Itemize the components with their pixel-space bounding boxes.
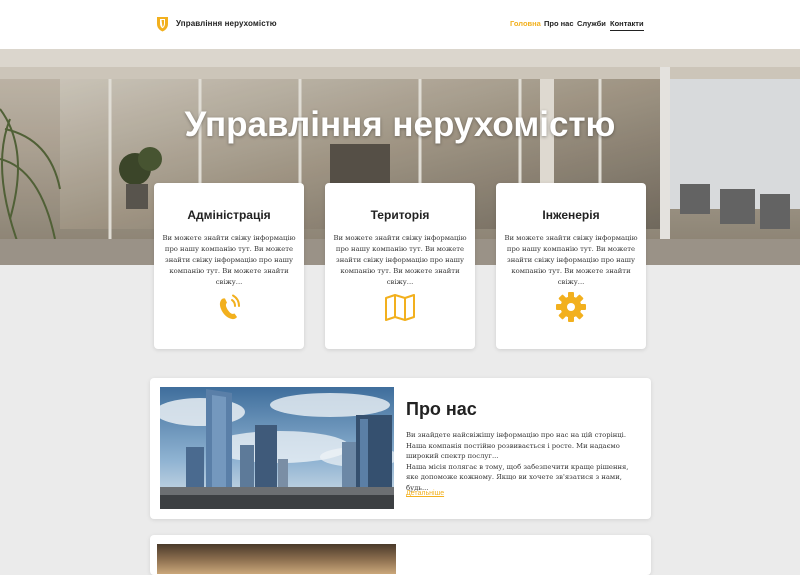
about-section: Про нас Ви знайдете найсвіжішу інформаці… — [150, 378, 651, 519]
phone-icon — [219, 294, 240, 320]
feature-card-title: Інженерія — [542, 208, 600, 222]
about-city-photo — [160, 387, 394, 509]
feature-card-text: Ви можете знайти свіжу інформацію про на… — [504, 234, 638, 286]
feature-card-territory[interactable]: Територія Ви можете знайти свіжу інформа… — [325, 183, 475, 349]
feature-card-administration[interactable]: Адміністрація Ви можете знайти свіжу інф… — [154, 183, 304, 349]
nav-services[interactable]: Служби — [577, 19, 606, 28]
shield-logo-icon[interactable] — [156, 16, 169, 32]
gear-icon — [556, 292, 586, 322]
about-description: Ви знайдете найсвіжішу інформацію про на… — [406, 430, 642, 493]
next-section-photo — [157, 544, 396, 574]
site-brand-name[interactable]: Управління нерухомістю — [176, 19, 277, 28]
nav-about[interactable]: Про нас — [544, 19, 574, 28]
feature-card-title: Адміністрація — [187, 208, 271, 222]
feature-card-text: Ви можете знайти свіжу інформацію про на… — [162, 234, 296, 286]
feature-card-text: Ви можете знайти свіжу інформацію про на… — [333, 234, 467, 286]
about-paragraph: Наша місія полягає в тому, щоб забезпечи… — [406, 462, 629, 492]
feature-card-title: Територія — [370, 208, 430, 222]
about-paragraph: Ви знайдете найсвіжішу інформацію про на… — [406, 431, 626, 460]
top-navigation-bar: Управління нерухомістю Головна Про нас С… — [0, 0, 800, 49]
next-section-card — [150, 535, 651, 575]
map-icon — [385, 294, 415, 321]
feature-card-engineering[interactable]: Інженерія Ви можете знайти свіжу інформа… — [496, 183, 646, 349]
about-title: Про нас — [406, 399, 477, 419]
nav-contacts[interactable]: Контакти — [610, 19, 644, 31]
nav-home[interactable]: Головна — [510, 19, 541, 28]
hero-title: Управління нерухомістю — [184, 105, 616, 144]
about-details-link[interactable]: Детальніше — [406, 490, 444, 497]
